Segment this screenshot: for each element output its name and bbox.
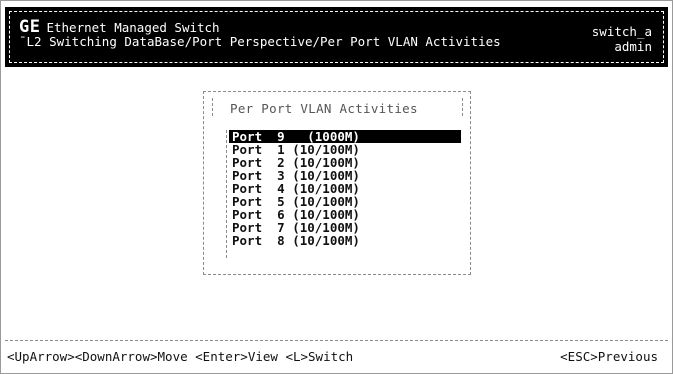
breadcrumb-marker: ¯ [19, 34, 27, 49]
hostname: switch_a [591, 24, 652, 39]
header-bar: GE Ethernet Managed Switch ¯L2 Switching … [5, 7, 668, 67]
username: admin [614, 39, 652, 54]
title-border-left [212, 98, 214, 116]
vlan-activities-menu: Per Port VLAN Activities Port 9 (1000M) … [203, 91, 471, 275]
port-list: Port 9 (1000M) Port 1 (10/100M) Port 2 (… [226, 130, 464, 260]
product-name: Ethernet Managed Switch [46, 20, 220, 35]
previous-key-hint[interactable]: <ESC>Previous [560, 349, 658, 364]
list-border [226, 130, 228, 258]
key-help: <UpArrow><DownArrow>Move <Enter>View <L>… [7, 349, 354, 364]
title-border-right [462, 98, 464, 116]
port-item[interactable]: Port 8 (10/100M) [229, 234, 363, 247]
terminal-screen: GE Ethernet Managed Switch ¯L2 Switching … [0, 0, 673, 374]
menu-title: Per Port VLAN Activities [230, 101, 418, 116]
footer-divider [5, 340, 668, 341]
breadcrumb: ¯L2 Switching DataBase/Port Perspective/… [19, 34, 501, 49]
breadcrumb-path: L2 Switching DataBase/Port Perspective/P… [26, 34, 501, 49]
